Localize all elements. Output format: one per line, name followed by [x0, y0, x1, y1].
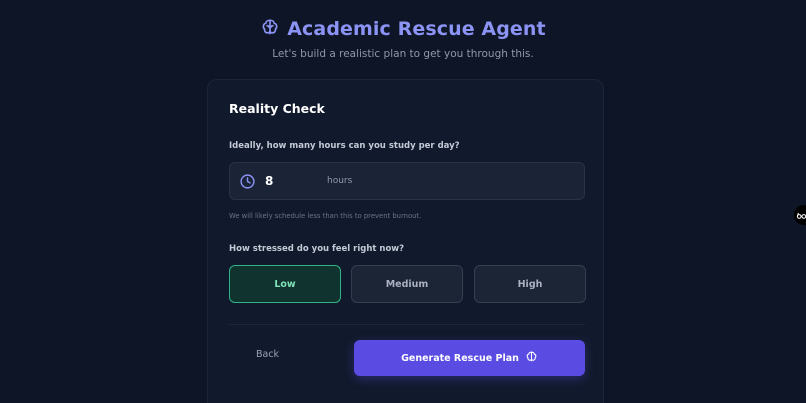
brain-icon [260, 17, 280, 41]
header: Academic Rescue Agent Let's build a real… [0, 14, 806, 60]
stress-medium-button[interactable]: Medium [351, 265, 463, 303]
stress-low-button[interactable]: Low [229, 265, 341, 303]
burnout-hint: We will likely schedule less than this t… [229, 212, 422, 220]
clock-icon [239, 173, 256, 190]
stress-high-button[interactable]: High [474, 265, 586, 303]
divider [229, 324, 585, 325]
glasses-icon [796, 206, 806, 225]
title-row: Academic Rescue Agent [0, 14, 806, 44]
hours-unit-label: hours [327, 176, 353, 186]
floating-extension-widget[interactable] [794, 205, 806, 225]
reality-check-card: Reality Check Ideally, how many hours ca… [207, 79, 604, 403]
brain-icon [525, 350, 538, 366]
page: Academic Rescue Agent Let's build a real… [0, 0, 806, 403]
page-subtitle: Let's build a realistic plan to get you … [272, 48, 534, 60]
generate-rescue-plan-button[interactable]: Generate Rescue Plan [354, 340, 585, 376]
back-button[interactable]: Back [256, 349, 279, 360]
hours-value[interactable]: 8 [265, 174, 273, 188]
stress-question-label: How stressed do you feel right now? [229, 244, 405, 254]
generate-button-label: Generate Rescue Plan [401, 352, 519, 364]
hours-question-label: Ideally, how many hours can you study pe… [229, 141, 460, 151]
card-title: Reality Check [229, 101, 325, 116]
page-title: Academic Rescue Agent [287, 18, 546, 40]
hours-input[interactable]: 8 hours [229, 162, 585, 200]
